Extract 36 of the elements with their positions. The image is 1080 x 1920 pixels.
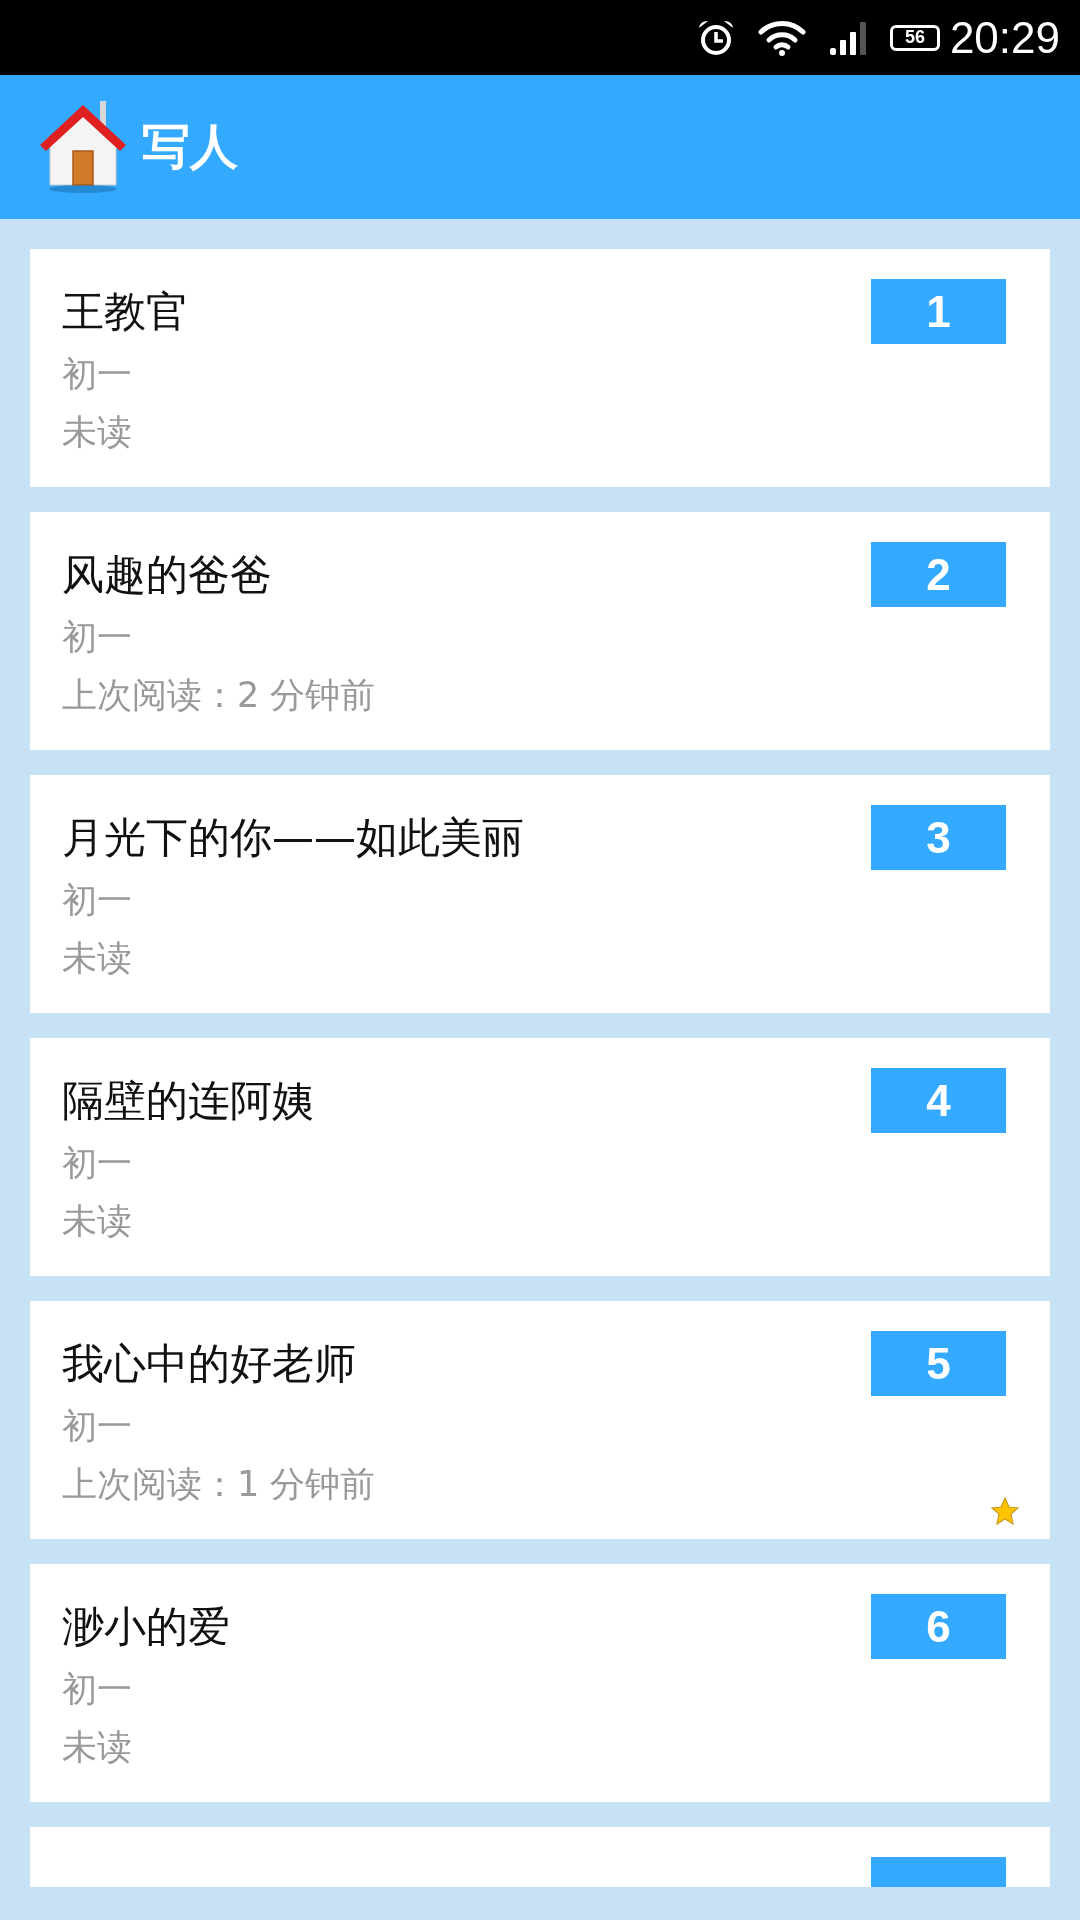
article-card[interactable]: 王教官 初一 未读 1	[30, 249, 1050, 487]
article-card[interactable]: 隔壁的连阿姨 初一 未读 4	[30, 1038, 1050, 1276]
read-status: 上次阅读：2 分钟前	[62, 674, 376, 717]
read-status: 上次阅读：1 分钟前	[62, 1463, 376, 1506]
read-status: 未读	[62, 1726, 133, 1769]
grade-label: 初一	[62, 353, 133, 396]
article-card[interactable]: 月光下的你——如此美丽 初一 未读 3	[30, 775, 1050, 1013]
grade-label: 初一	[62, 616, 133, 659]
grade-label: 初一	[62, 1668, 133, 1711]
app-title: 写人	[142, 117, 238, 176]
article-card[interactable]: 渺小的爱 初一 未读 6	[30, 1564, 1050, 1802]
number-badge: 2	[871, 542, 1006, 607]
house-icon[interactable]	[38, 99, 128, 195]
article-card[interactable]: 风趣的爸爸 初一 上次阅读：2 分钟前 2	[30, 512, 1050, 750]
article-card[interactable]: 我心中的好老师 初一 上次阅读：1 分钟前 5	[30, 1301, 1050, 1539]
read-status: 未读	[62, 937, 133, 980]
article-title: 月光下的你——如此美丽	[62, 812, 524, 864]
article-title: 渺小的爱	[62, 1601, 230, 1653]
signal-icon	[827, 19, 868, 56]
article-title: 隔壁的连阿姨	[62, 1075, 314, 1127]
battery-icon: 56	[889, 24, 940, 51]
article-title: 王教官	[62, 286, 188, 338]
number-badge: 3	[871, 805, 1006, 870]
number-badge: 6	[871, 1594, 1006, 1659]
clock-time: 20:29	[949, 12, 1060, 63]
grade-label: 初一	[62, 1142, 133, 1185]
read-status: 未读	[62, 1200, 133, 1243]
article-title: 我心中的好老师	[62, 1338, 357, 1390]
grade-label: 初一	[62, 879, 133, 922]
number-badge: 4	[871, 1068, 1006, 1133]
wifi-icon	[757, 19, 806, 56]
article-title: 风趣的爸爸	[62, 549, 273, 601]
grade-label: 初一	[62, 1405, 133, 1448]
number-badge: 1	[871, 279, 1006, 344]
number-badge: 5	[871, 1331, 1006, 1396]
read-status: 未读	[62, 411, 133, 454]
